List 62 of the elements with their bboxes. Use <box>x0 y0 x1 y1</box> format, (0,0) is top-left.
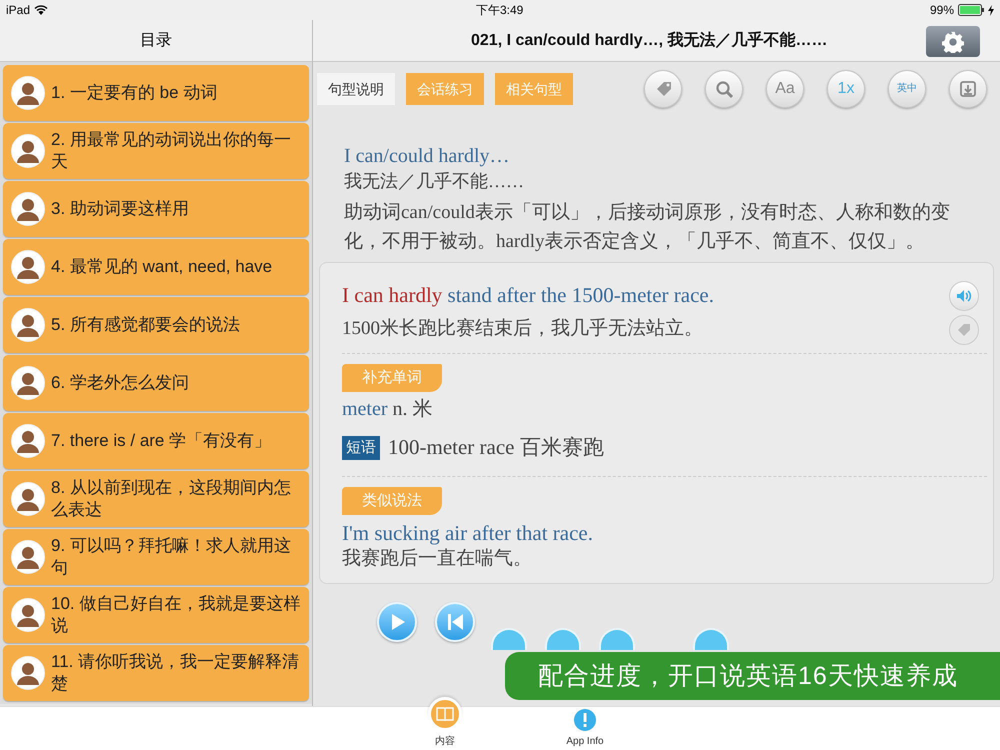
page-title: 021, I can/could hardly…, 我无法／几乎不能…… <box>471 30 828 50</box>
play-icon <box>390 614 404 630</box>
search-button[interactable] <box>705 70 743 108</box>
avatar-icon <box>11 134 45 168</box>
pattern-explanation: 助动词can/could表示「可以」，后接动词原形，没有时态、人称和数的变化，不用于被动。hardly表示否定含义，「几乎不、简直不、仅仅」。 <box>344 201 951 254</box>
phrase-text: 100-meter race 百米赛跑 <box>388 434 604 461</box>
play-button[interactable] <box>377 602 417 642</box>
player-button[interactable] <box>491 628 527 650</box>
section-heading: 类似说法 <box>342 486 442 514</box>
bottom-tab[interactable]: App Info <box>545 707 625 750</box>
promo-banner: 配合进度，开口说英语16天快速养成 <box>505 652 1000 700</box>
similar-english: I'm sucking air after that race. <box>342 520 594 546</box>
lesson-item[interactable]: 5. 所有感觉都要会的说法 <box>3 297 309 353</box>
avatar-icon <box>11 250 45 284</box>
clock-time: 下午3:49 <box>476 2 524 19</box>
player-button[interactable] <box>545 628 581 650</box>
wifi-icon <box>34 4 48 16</box>
player-button[interactable] <box>693 628 729 650</box>
lesson-item[interactable]: 7. there is / are 学「有没有」 <box>3 413 309 469</box>
lesson-item[interactable]: 9. 可以吗？拜托嘛！求人就用这句 <box>3 529 309 585</box>
lesson-item[interactable]: 11. 请你听我说，我一定要解释清楚 <box>3 645 309 701</box>
lesson-item[interactable]: 3. 助动词要这样用 <box>3 181 309 237</box>
similar-chinese: 我赛跑后一直在喘气。 <box>342 546 533 570</box>
avatar-icon <box>11 366 45 400</box>
avatar-icon <box>11 656 45 690</box>
battery-percent: 99% <box>930 2 954 19</box>
previous-button[interactable] <box>435 602 475 642</box>
pattern-chinese: 我无法／几乎不能…… <box>344 170 525 193</box>
tag-icon <box>956 322 972 338</box>
charging-icon <box>988 4 994 16</box>
play-audio-button[interactable] <box>949 281 979 311</box>
tag-button[interactable] <box>644 70 682 108</box>
pattern-english: I can/could hardly… <box>344 144 510 168</box>
avatar-icon <box>11 424 45 458</box>
skip-back-icon <box>448 614 462 630</box>
lesson-item[interactable]: 8. 从以前到现在，这段期间内怎么表达 <box>3 471 309 527</box>
info-icon <box>574 709 596 731</box>
section-heading: 补充单词 <box>342 364 442 392</box>
lesson-item[interactable]: 4. 最常见的 want, need, have <box>3 239 309 295</box>
section-tab[interactable]: 句型说明 <box>317 73 395 105</box>
player-button[interactable] <box>599 628 635 650</box>
avatar-icon <box>11 308 45 342</box>
word-definition: meter n. 米 <box>342 397 434 422</box>
lesson-item[interactable]: 10. 做自己好自在，我就是要这样说 <box>3 587 309 643</box>
bottom-tab[interactable]: 内容 <box>405 691 485 750</box>
lesson-item[interactable]: 2. 用最常见的动词说出你的每一天 <box>3 123 309 179</box>
device-name: iPad <box>6 2 30 19</box>
avatar-icon <box>11 76 45 110</box>
settings-icon <box>942 30 964 52</box>
example-sentence: I can hardly stand after the 1500-meter race. <box>342 282 715 309</box>
phrase-badge: 短语 <box>342 436 380 460</box>
avatar-icon <box>11 540 45 574</box>
sidebar-title: 目录 <box>0 20 312 62</box>
avatar-icon <box>11 192 45 226</box>
lesson-item[interactable]: 6. 学老外怎么发问 <box>3 355 309 411</box>
avatar-icon <box>11 598 45 632</box>
settings-button[interactable] <box>926 26 980 57</box>
tag-button[interactable] <box>949 315 979 345</box>
avatar-icon <box>11 482 45 516</box>
download-button[interactable] <box>949 70 987 108</box>
battery-icon <box>958 4 984 16</box>
lesson-item[interactable]: 1. 一定要有的 be 动词 <box>3 65 309 121</box>
